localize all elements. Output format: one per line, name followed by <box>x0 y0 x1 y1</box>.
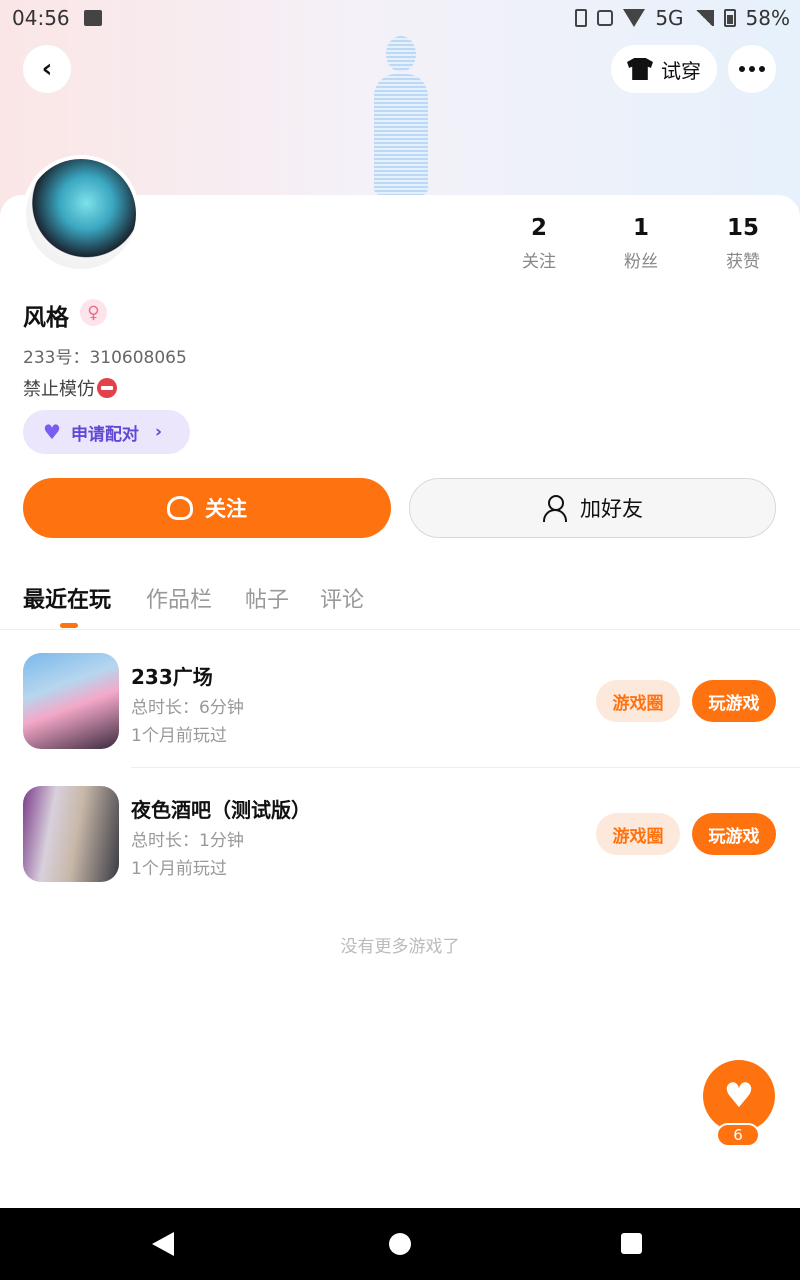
game-last-played: 1个月前玩过 <box>131 859 227 879</box>
more-dot <box>759 66 765 72</box>
chevron-left-icon: ‹ <box>41 54 53 84</box>
stat-likes-label: 获赞 <box>726 252 760 272</box>
heart-plus-icon <box>167 496 193 520</box>
game-circle-button[interactable]: 游戏圈 <box>596 680 680 722</box>
game-icon-233-square <box>23 653 119 749</box>
game-circle-button[interactable]: 游戏圈 <box>596 813 680 855</box>
avatar-image <box>26 159 136 269</box>
stat-followers-value: 1 <box>632 215 649 241</box>
nav-back-icon[interactable] <box>152 1232 174 1256</box>
bio-text: 禁止模仿 <box>23 379 95 400</box>
follow-button[interactable]: 关注 <box>23 478 391 538</box>
heart-icon: ♥ <box>723 1076 755 1116</box>
network-type: 5G <box>655 6 684 30</box>
status-time: 04:56 <box>12 6 70 30</box>
stat-likes[interactable]: 15 获赞 <box>703 215 783 272</box>
follow-label: 关注 <box>205 497 247 521</box>
add-friend-label: 加好友 <box>580 497 643 521</box>
bio: 禁止模仿 <box>23 375 117 401</box>
profile-tabs: 最近在玩 作品栏 帖子 评论 <box>0 580 800 630</box>
avatar-3d-figure[interactable] <box>356 36 446 196</box>
back-button[interactable]: ‹ <box>23 45 71 93</box>
shirt-icon <box>627 58 653 80</box>
more-dot <box>749 66 755 72</box>
play-game-button[interactable]: 玩游戏 <box>692 680 776 722</box>
female-icon: ♀ <box>80 299 107 326</box>
game-title: 夜色酒吧（测试版） <box>131 798 311 822</box>
tab-comments[interactable]: 评论 <box>320 582 364 614</box>
stat-followers-label: 粉丝 <box>624 252 658 272</box>
tab-indicator <box>60 623 78 628</box>
list-item[interactable]: 233广场 总时长：6分钟 1个月前玩过 游戏圈 玩游戏 <box>0 653 800 785</box>
tab-recently-played[interactable]: 最近在玩 <box>23 582 111 614</box>
vibrate-icon <box>597 10 614 26</box>
no-entry-icon <box>97 378 117 398</box>
game-icon-night-bar <box>23 786 119 882</box>
more-dots-icon <box>739 66 745 72</box>
more-options-button[interactable] <box>728 45 776 93</box>
avatar[interactable] <box>22 155 140 273</box>
stat-followers[interactable]: 1 粉丝 <box>601 215 681 272</box>
play-game-button[interactable]: 玩游戏 <box>692 813 776 855</box>
stat-following-value: 2 <box>530 215 547 241</box>
status-bar: 04:56 5G 58% <box>0 0 800 36</box>
like-count-badge: 6 <box>716 1123 760 1147</box>
image-notification-icon <box>84 10 102 26</box>
like-fab-button[interactable]: ♥ <box>703 1060 775 1132</box>
tab-works[interactable]: 作品栏 <box>146 582 212 614</box>
figure-body <box>374 74 428 196</box>
hearts-icon: ♥ <box>43 420 61 444</box>
game-duration: 总时长：1分钟 <box>131 831 244 851</box>
no-more-games-text: 没有更多游戏了 <box>340 937 460 957</box>
nav-recents-icon[interactable] <box>621 1233 642 1254</box>
stat-following-label: 关注 <box>522 252 556 272</box>
tab-posts[interactable]: 帖子 <box>245 582 289 614</box>
figure-head <box>386 36 416 72</box>
nav-home-icon[interactable] <box>389 1233 411 1255</box>
user-id: 233号：310608065 <box>23 348 187 368</box>
game-title: 233广场 <box>131 665 213 689</box>
battery-percent: 58% <box>745 6 790 30</box>
add-person-icon <box>542 495 568 522</box>
row-divider <box>131 767 800 768</box>
request-pair-label: 申请配对 <box>70 424 139 445</box>
bluetooth-icon <box>575 9 588 27</box>
add-friend-button[interactable]: 加好友 <box>409 478 776 538</box>
chevron-right-icon: › <box>154 422 162 442</box>
system-navigation-bar <box>0 1208 800 1280</box>
profile-name: 风格 <box>23 305 69 331</box>
game-last-played: 1个月前玩过 <box>131 726 227 746</box>
list-item[interactable]: 夜色酒吧（测试版） 总时长：1分钟 1个月前玩过 游戏圈 玩游戏 <box>0 786 800 918</box>
request-pair-button[interactable]: ♥ 申请配对 › <box>23 410 190 454</box>
wifi-icon <box>623 9 646 27</box>
try-on-label: 试穿 <box>661 58 701 83</box>
try-on-button[interactable]: 试穿 <box>611 45 717 93</box>
signal-icon <box>693 10 714 26</box>
game-duration: 总时长：6分钟 <box>131 698 244 718</box>
stat-likes-value: 15 <box>726 215 759 241</box>
stat-following[interactable]: 2 关注 <box>499 215 579 272</box>
battery-icon <box>723 9 736 27</box>
